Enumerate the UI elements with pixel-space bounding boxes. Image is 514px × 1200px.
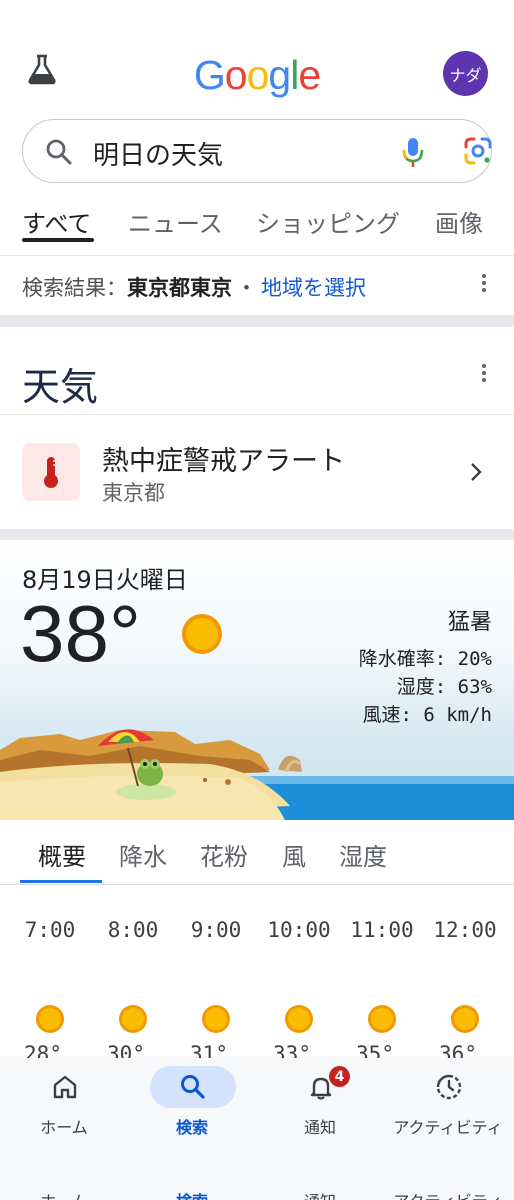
ghost-nav-label: 検索 (128, 1188, 256, 1200)
weather-more-icon[interactable] (481, 364, 487, 384)
tab-wind[interactable]: 風 (282, 837, 306, 872)
chevron-right-icon (471, 463, 482, 481)
choose-region-link[interactable]: 地域を選択 (261, 276, 366, 300)
nav-home[interactable]: ホーム (0, 1058, 128, 1200)
hour-time: 10:00 (267, 918, 331, 942)
sun-icon (451, 1005, 479, 1033)
hour-time: 7:00 (24, 918, 76, 942)
hour-time: 8:00 (107, 918, 159, 942)
search-query[interactable]: 明日の天気 (93, 135, 223, 172)
location-dot: ・ (236, 276, 257, 300)
humidity-value: 湿度: 63% (396, 676, 492, 698)
weather-condition: 猛暑 (447, 610, 492, 635)
tab-all[interactable]: すべて (22, 204, 91, 239)
tab-images[interactable]: 画像 (435, 204, 483, 239)
tab-news[interactable]: ニュース (128, 204, 223, 239)
beach-illustration (0, 729, 514, 820)
tab-pollen[interactable]: 花粉 (200, 837, 248, 872)
nav-label: 検索 (175, 1118, 208, 1137)
location-prefix: 検索結果： (22, 276, 127, 300)
hour-time: 11:00 (350, 918, 414, 942)
tab-shopping[interactable]: ショッピング (256, 204, 400, 239)
google-logo: Google (0, 52, 514, 99)
alert-area: 東京都 (102, 481, 165, 505)
ghost-nav-label: アクティビティ (384, 1188, 512, 1200)
logo-letter: o (224, 52, 248, 98)
current-temperature: 38° (20, 589, 141, 678)
search-icon (46, 139, 72, 165)
more-options-icon[interactable] (481, 274, 487, 294)
hour-time: 12:00 (433, 918, 497, 942)
ghost-nav-label: 通知 (256, 1188, 384, 1200)
precipitation-chance: 降水確率: 20% (358, 648, 492, 670)
account-avatar[interactable]: ナダ (443, 51, 488, 96)
heat-alert-card[interactable]: 熱中症警戒アラート 東京都 (0, 414, 514, 529)
nav-activity[interactable]: アクティビティ (384, 1058, 512, 1200)
weather-sub-tabs: 概要 降水 花粉 風 湿度 (0, 825, 514, 885)
weather-hero: 8月19日火曜日 38° 猛暑 降水確率: 20% 湿度: 63% 風速: 6 … (0, 540, 514, 820)
thermometer-icon (44, 457, 58, 488)
search-box[interactable]: 明日の天気 (22, 119, 492, 183)
section-divider (0, 315, 514, 327)
logo-letter: g (268, 52, 291, 98)
alert-icon-box (22, 443, 80, 501)
tab-overview[interactable]: 概要 (38, 837, 86, 872)
sun-icon (285, 1005, 313, 1033)
sun-icon (182, 614, 222, 654)
sun-icon (119, 1005, 147, 1033)
tab-humidity[interactable]: 湿度 (339, 837, 387, 872)
sun-icon (36, 1005, 64, 1033)
location-place: 東京都東京 (127, 276, 232, 300)
nav-label: 通知 (303, 1118, 336, 1137)
hour-time: 9:00 (190, 918, 242, 942)
weather-heading: 天気 (22, 365, 99, 409)
location-row: 検索結果：東京都東京・地域を選択 (0, 255, 514, 315)
bottom-navigation: ホーム 検索 4 通知 アクティビティ ホーム 検索 通知 アクティビティ (0, 1058, 514, 1200)
home-icon (53, 1075, 77, 1099)
sun-icon (202, 1005, 230, 1033)
tab-precipitation[interactable]: 降水 (119, 837, 167, 872)
nav-label: ホーム (40, 1118, 88, 1137)
alert-title: 熱中症警戒アラート (102, 446, 345, 477)
nav-label: アクティビティ (393, 1118, 503, 1137)
ghost-nav-label: ホーム (0, 1188, 128, 1200)
nav-search[interactable]: 検索 (128, 1058, 256, 1200)
nav-notifications[interactable]: 4 通知 (256, 1058, 384, 1200)
search-icon (181, 1075, 205, 1099)
active-subtab-indicator (20, 880, 102, 883)
google-lens-icon[interactable] (463, 136, 493, 166)
logo-letter: e (298, 52, 321, 98)
active-tab-indicator (22, 238, 94, 242)
logo-letter: o (246, 52, 270, 98)
notification-badge: 4 (329, 1066, 350, 1087)
logo-letter: G (193, 52, 226, 98)
activity-icon (436, 1074, 462, 1100)
microphone-icon[interactable] (399, 136, 427, 168)
sun-icon (368, 1005, 396, 1033)
